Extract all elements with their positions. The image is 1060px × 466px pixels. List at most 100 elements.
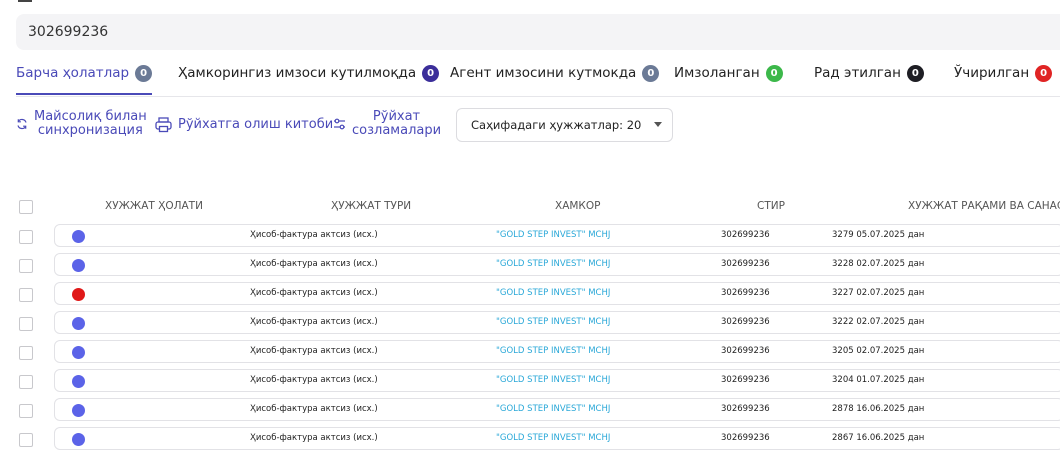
tab-signed[interactable]: Имзоланган 0 xyxy=(674,58,783,88)
cell-type: Ҳисоб-фактура актсиз (исх.) xyxy=(250,404,378,414)
sync-button[interactable]: Майсолиқ билан синхронизация xyxy=(16,110,147,138)
status-dot xyxy=(72,433,85,446)
tab-label: Ҳамкорингиз имзоси кутилмоқда xyxy=(178,65,417,81)
row-checkbox[interactable] xyxy=(19,230,33,244)
table-row[interactable]: Ҳисоб-фактура актсиз (исх.) "GOLD STEP IN… xyxy=(0,338,1060,367)
cell-partner[interactable]: "GOLD STEP INVEST" MCHJ xyxy=(496,375,610,385)
count-badge: 0 xyxy=(1035,64,1053,82)
header-number-date: ХУЖЖАТ РАҚАМИ ВА САНАСИ xyxy=(908,200,1060,212)
register-book-button[interactable]: Рўйхатга олиш китоби xyxy=(155,117,333,133)
chevron-down-icon xyxy=(654,122,662,127)
status-dot xyxy=(72,346,85,359)
documents-table: ХУЖЖАТ ҲОЛАТИ ҲУЖЖАТ ТУРИ ХАМКОР СТИР ХУ… xyxy=(0,190,1060,454)
cell-number-date: 3228 02.07.2025 дан xyxy=(832,259,925,269)
per-page-value: Саҳифадаги ҳужжатлар: 20 xyxy=(471,118,642,132)
table-header: ХУЖЖАТ ҲОЛАТИ ҲУЖЖАТ ТУРИ ХАМКОР СТИР ХУ… xyxy=(0,190,1060,222)
cell-type: Ҳисоб-фактура актсиз (исх.) xyxy=(250,230,378,240)
top-label-fragment xyxy=(18,0,32,2)
count-badge: 0 xyxy=(422,64,440,82)
tab-label: Барча ҳолатлар xyxy=(16,65,130,81)
row-checkbox[interactable] xyxy=(19,259,33,273)
row-checkbox[interactable] xyxy=(19,317,33,331)
tab-label: Ўчирилган xyxy=(954,65,1030,81)
row-checkbox[interactable] xyxy=(19,375,33,389)
tab-label: Рад этилган xyxy=(814,65,901,81)
tab-deleted[interactable]: Ўчирилган 0 xyxy=(954,58,1053,88)
cell-type: Ҳисоб-фактура актсиз (исх.) xyxy=(250,317,378,327)
row-checkbox[interactable] xyxy=(19,288,33,302)
cell-number-date: 2878 16.06.2025 дан xyxy=(832,404,925,414)
cell-partner[interactable]: "GOLD STEP INVEST" MCHJ xyxy=(496,317,610,327)
tab-awaiting-agent[interactable]: Агент имзосини кутмокда 0 xyxy=(450,58,660,88)
cell-type: Ҳисоб-фактура актсиз (исх.) xyxy=(250,346,378,356)
table-row[interactable]: Ҳисоб-фактура актсиз (исх.) "GOLD STEP IN… xyxy=(0,280,1060,309)
cell-number-date: 2867 16.06.2025 дан xyxy=(832,433,925,443)
header-type: ҲУЖЖАТ ТУРИ xyxy=(331,200,412,212)
table-row[interactable]: Ҳисоб-фактура актсиз (исх.) "GOLD STEP IN… xyxy=(0,425,1060,454)
cell-stir: 302699236 xyxy=(721,317,770,327)
status-dot xyxy=(72,317,85,330)
sync-label-line2: синхронизация xyxy=(37,123,143,138)
cell-partner[interactable]: "GOLD STEP INVEST" MCHJ xyxy=(496,404,610,414)
cell-stir: 302699236 xyxy=(721,346,770,356)
cell-stir: 302699236 xyxy=(721,404,770,414)
status-dot xyxy=(72,375,85,388)
per-page-select[interactable]: Саҳифадаги ҳужжатлар: 20 xyxy=(456,108,673,142)
header-partner: ХАМКОР xyxy=(555,200,601,212)
table-row[interactable]: Ҳисоб-фактура актсиз (исх.) "GOLD STEP IN… xyxy=(0,251,1060,280)
cell-type: Ҳисоб-фактура актсиз (исх.) xyxy=(250,288,378,298)
status-tabs: Барча ҳолатлар 0 Ҳамкорингиз имзоси кути… xyxy=(16,58,1060,96)
count-badge: 0 xyxy=(906,64,924,82)
sliders-icon xyxy=(333,118,346,130)
cell-partner[interactable]: "GOLD STEP INVEST" MCHJ xyxy=(496,259,610,269)
table-row[interactable]: Ҳисоб-фактура актсиз (исх.) "GOLD STEP IN… xyxy=(0,309,1060,338)
tab-rejected[interactable]: Рад этилган 0 xyxy=(814,58,924,88)
status-dot xyxy=(72,404,85,417)
tab-awaiting-partner[interactable]: Ҳамкорингиз имзоси кутилмоқда 0 xyxy=(178,58,440,88)
cell-number-date: 3222 02.07.2025 дан xyxy=(832,317,925,327)
cell-stir: 302699236 xyxy=(721,259,770,269)
register-book-label: Рўйхатга олиш китоби xyxy=(178,117,334,132)
tab-label: Имзоланган xyxy=(674,65,760,81)
header-status: ХУЖЖАТ ҲОЛАТИ xyxy=(105,200,203,212)
table-row[interactable]: Ҳисоб-фактура актсиз (исх.) "GOLD STEP IN… xyxy=(0,367,1060,396)
table-row[interactable]: Ҳисоб-фактура актсиз (исх.) "GOLD STEP IN… xyxy=(0,222,1060,251)
status-dot xyxy=(72,288,85,301)
status-dot xyxy=(72,259,85,272)
header-stir: СТИР xyxy=(757,200,785,212)
cell-number-date: 3205 02.07.2025 дан xyxy=(832,346,925,356)
cell-partner[interactable]: "GOLD STEP INVEST" MCHJ xyxy=(496,288,610,298)
cell-type: Ҳисоб-фактура актсиз (исх.) xyxy=(250,375,378,385)
cell-partner[interactable]: "GOLD STEP INVEST" MCHJ xyxy=(496,230,610,240)
row-checkbox[interactable] xyxy=(19,404,33,418)
cell-stir: 302699236 xyxy=(721,375,770,385)
printer-icon xyxy=(155,117,172,133)
cell-number-date: 3204 01.07.2025 дан xyxy=(832,375,925,385)
row-checkbox[interactable] xyxy=(19,346,33,360)
sync-label-line1: Майсолиқ билан xyxy=(34,109,147,124)
cell-stir: 302699236 xyxy=(721,433,770,443)
tab-label: Агент имзосини кутмокда xyxy=(450,65,637,81)
tabs-divider xyxy=(16,96,1060,97)
cell-type: Ҳисоб-фактура актсиз (исх.) xyxy=(250,259,378,269)
count-badge: 0 xyxy=(765,64,783,82)
row-checkbox[interactable] xyxy=(19,433,33,447)
cell-stir: 302699236 xyxy=(721,288,770,298)
count-badge: 0 xyxy=(135,64,153,82)
cell-partner[interactable]: "GOLD STEP INVEST" MCHJ xyxy=(496,433,610,443)
search-field[interactable] xyxy=(16,14,1060,50)
sync-icon xyxy=(16,118,28,130)
cell-type: Ҳисоб-фактура актсиз (исх.) xyxy=(250,433,378,443)
list-settings-button[interactable]: Рўйхат созламалари xyxy=(333,110,441,138)
cell-number-date: 3279 05.07.2025 дан xyxy=(832,230,925,240)
settings-label-line1: Рўйхат xyxy=(372,109,421,124)
settings-label-line2: созламалари xyxy=(352,123,442,138)
table-body: Ҳисоб-фактура актсиз (исх.) "GOLD STEP IN… xyxy=(0,222,1060,454)
select-all-checkbox[interactable] xyxy=(19,200,33,214)
cell-stir: 302699236 xyxy=(721,230,770,240)
search-input[interactable] xyxy=(28,24,628,40)
cell-partner[interactable]: "GOLD STEP INVEST" MCHJ xyxy=(496,346,610,356)
table-row[interactable]: Ҳисоб-фактура актсиз (исх.) "GOLD STEP IN… xyxy=(0,396,1060,425)
tab-all[interactable]: Барча ҳолатлар 0 xyxy=(16,58,153,95)
cell-number-date: 3227 02.07.2025 дан xyxy=(832,288,925,298)
